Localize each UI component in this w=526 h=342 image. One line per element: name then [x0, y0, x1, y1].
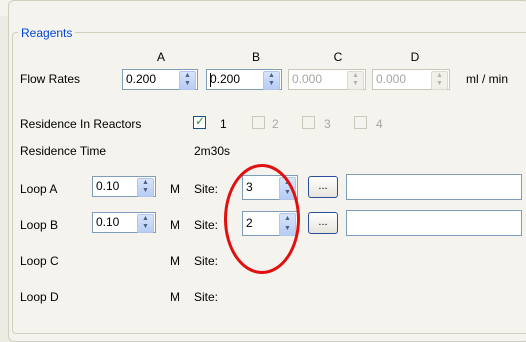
checkmark-icon: ✓ — [195, 114, 206, 128]
reactor-4-checkbox[interactable] — [354, 116, 367, 129]
loop-a-concentration-spinner[interactable]: 0.10 ▲ ▼ — [92, 176, 156, 197]
flow-rate-a-spinner[interactable]: 0.200 ▲ ▼ — [122, 69, 198, 90]
flow-rate-b-spinner[interactable]: 0.200 ▲ ▼ — [206, 69, 282, 90]
loop-b-concentration-spinner[interactable]: 0.10 ▲ ▼ — [92, 212, 156, 233]
spin-arrows-icon[interactable]: ▲ ▼ — [347, 71, 364, 90]
column-header-c: C — [333, 50, 343, 64]
reactor-3-checkbox[interactable] — [302, 116, 315, 129]
reactor-2-label: 2 — [272, 117, 279, 131]
flow-rate-c-value: 0.000 — [292, 72, 323, 86]
reactor-3-label: 3 — [324, 117, 331, 131]
loop-d-unit: M — [170, 290, 180, 304]
residence-in-reactors-label: Residence In Reactors — [20, 117, 142, 131]
annotation-circle — [224, 164, 300, 274]
loop-a-site-label: Site: — [194, 182, 219, 196]
flow-rates-label: Flow Rates — [20, 72, 81, 86]
loop-d-site-label: Site: — [194, 290, 219, 304]
residence-time-value: 2m30s — [194, 144, 231, 158]
residence-time-label: Residence Time — [20, 144, 107, 158]
spin-arrows-icon[interactable]: ▲ ▼ — [431, 71, 448, 90]
spin-arrows-icon[interactable]: ▲ ▼ — [137, 214, 154, 233]
column-header-d: D — [410, 50, 420, 64]
column-header-a: A — [156, 50, 165, 64]
flow-rate-unit: ml / min — [466, 72, 508, 86]
loop-b-site-label: Site: — [194, 218, 219, 232]
column-header-b: B — [251, 50, 260, 64]
loop-c-label: Loop C — [20, 254, 59, 268]
loop-b-reagent-field[interactable] — [346, 210, 522, 236]
flow-rate-b-value: 0.200 — [210, 72, 241, 86]
loop-b-unit: M — [170, 218, 180, 232]
spin-arrows-icon[interactable]: ▲ ▼ — [179, 71, 196, 90]
flow-rate-c-spinner[interactable]: 0.000 ▲ ▼ — [288, 69, 366, 90]
flow-rate-a-value: 0.200 — [126, 72, 157, 86]
group-title: Reagents — [18, 26, 76, 40]
flow-rate-d-spinner[interactable]: 0.000 ▲ ▼ — [372, 69, 450, 90]
reactor-1-label: 1 — [220, 117, 227, 131]
loop-c-site-label: Site: — [194, 254, 219, 268]
loop-c-unit: M — [170, 254, 180, 268]
flow-rate-d-value: 0.000 — [376, 72, 407, 86]
reactor-1-checkbox[interactable]: ✓ — [193, 114, 206, 129]
loop-a-label: Loop A — [20, 182, 58, 196]
spin-arrows-icon[interactable]: ▲ ▼ — [137, 178, 154, 197]
reactor-4-label: 4 — [376, 117, 383, 131]
reactor-2-checkbox[interactable] — [252, 116, 265, 129]
loop-a-unit: M — [170, 182, 180, 196]
loop-d-label: Loop D — [20, 290, 59, 304]
loop-a-reagent-field[interactable] — [346, 174, 522, 200]
loop-a-browse-button[interactable]: ... — [308, 176, 338, 198]
loop-b-label: Loop B — [20, 218, 59, 232]
loop-b-concentration-value: 0.10 — [96, 215, 120, 229]
loop-a-concentration-value: 0.10 — [96, 179, 120, 193]
spin-arrows-icon[interactable]: ▲ ▼ — [263, 71, 280, 90]
loop-b-browse-button[interactable]: ... — [308, 212, 338, 234]
